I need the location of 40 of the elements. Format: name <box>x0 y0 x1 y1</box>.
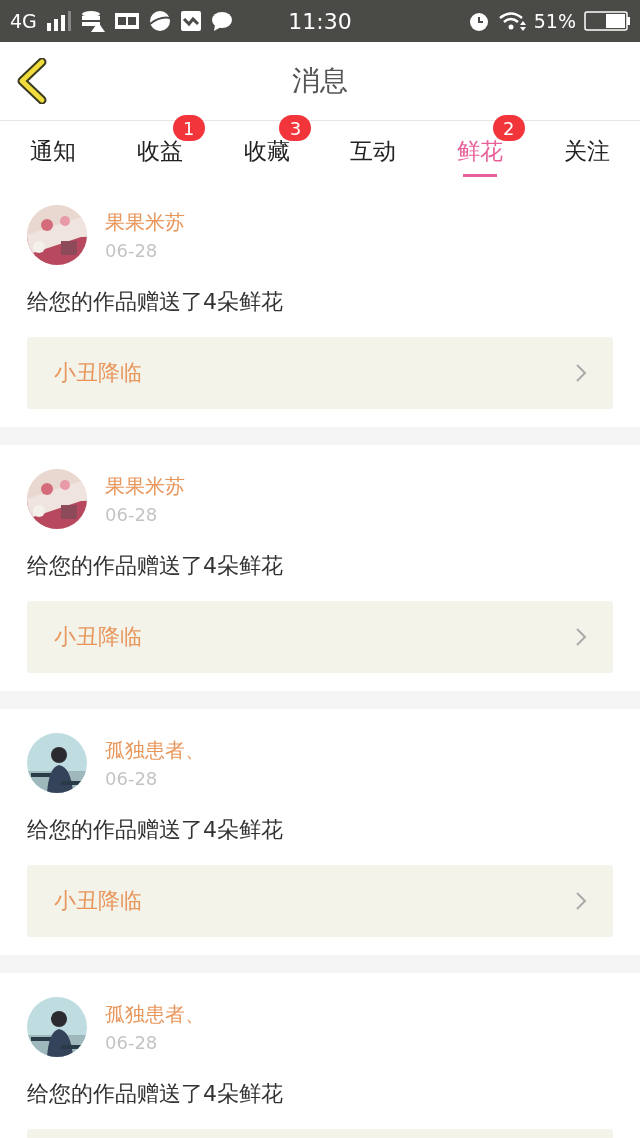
work-link[interactable]: 小丑降临 <box>27 337 613 409</box>
count-badge: 3 <box>279 115 312 141</box>
work-title: 小丑降临 <box>54 359 142 387</box>
battery-percent: 51% <box>533 10 576 32</box>
work-title: 小丑降临 <box>54 623 142 651</box>
message-date: 06-28 <box>105 504 159 525</box>
message-text: 给您的作品赠送了4朵鲜花 <box>27 816 284 844</box>
page-title: 消息 <box>292 63 348 99</box>
message-date: 06-28 <box>105 240 159 261</box>
user-name[interactable]: 果果米苏 <box>105 473 185 500</box>
battery-icon <box>584 11 630 31</box>
message-date: 06-28 <box>105 1032 159 1053</box>
user-name[interactable]: 孤独患者、 <box>105 1001 205 1028</box>
count-badge: 2 <box>492 115 525 141</box>
chevron-right-icon <box>575 891 587 911</box>
news-app-icon <box>114 13 139 29</box>
network-type: 4G <box>10 10 37 32</box>
chevron-right-icon <box>575 627 587 647</box>
message-date: 06-28 <box>105 768 159 789</box>
chat-bubble-icon <box>210 11 233 31</box>
alarm-icon <box>467 10 490 32</box>
count-badge: 1 <box>172 115 205 141</box>
user-name[interactable]: 果果米苏 <box>105 209 185 236</box>
work-title: 小丑降临 <box>54 887 142 915</box>
image-icon <box>180 11 201 31</box>
message-text: 给您的作品赠送了4朵鲜花 <box>27 1080 284 1108</box>
clock-time: 11:30 <box>288 8 352 34</box>
user-name[interactable]: 孤独患者、 <box>105 737 205 764</box>
signal-icon <box>46 11 71 31</box>
message-text: 给您的作品赠送了4朵鲜花 <box>27 552 284 580</box>
work-link[interactable]: 小丑降临 <box>27 865 613 937</box>
tab[interactable]: 互动 <box>320 121 427 181</box>
chevron-right-icon <box>575 363 587 383</box>
tab[interactable]: 关注 <box>533 121 640 181</box>
back-chevron-icon[interactable] <box>16 58 48 104</box>
planet-icon <box>148 10 171 32</box>
wifi-icon <box>497 11 526 31</box>
work-link[interactable]: 小丑降临 <box>27 601 613 673</box>
message-text: 给您的作品赠送了4朵鲜花 <box>27 288 284 316</box>
tab[interactable]: 通知 <box>0 121 107 181</box>
